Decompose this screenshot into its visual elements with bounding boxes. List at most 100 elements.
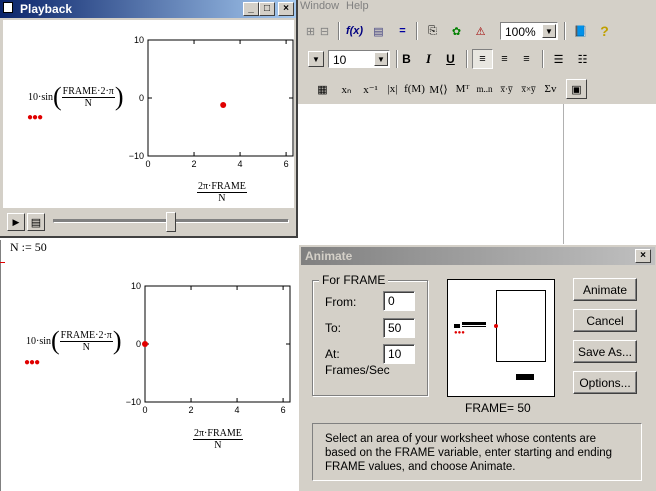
page-margin-line xyxy=(563,104,564,244)
plot-frame xyxy=(144,285,291,403)
ylabel-numerator: FRAME·2·π xyxy=(59,329,113,342)
preview-plot-frame xyxy=(496,290,546,362)
x-tick-label: 4 xyxy=(238,159,243,169)
numbered-list-icon[interactable]: ☷ xyxy=(572,49,593,69)
x-tick-label: 0 xyxy=(145,159,150,169)
playback-xlabel: 2π·FRAME N xyxy=(197,180,247,204)
animate-titlebar[interactable]: Animate × xyxy=(301,247,655,265)
data-point xyxy=(220,101,227,108)
resource-center-icon[interactable]: ⚠ xyxy=(470,21,491,41)
chevron-down-icon[interactable]: ▼ xyxy=(374,52,388,66)
maximize-button[interactable]: □ xyxy=(259,2,275,16)
bold-button[interactable]: B xyxy=(396,49,417,69)
insert-unit-icon[interactable]: ▤ xyxy=(368,21,389,41)
close-button[interactable]: × xyxy=(635,249,651,263)
align-vertical-icon[interactable]: ⊟ xyxy=(314,21,335,41)
font-select-arrow[interactable]: ▼ xyxy=(308,51,324,67)
animate-button[interactable]: Animate xyxy=(573,278,637,301)
playback-titlebar[interactable]: Playback _ □ × xyxy=(0,0,296,18)
playback-plot: 100−100 2 4 6 xyxy=(129,35,294,169)
determinant-button[interactable]: |x| xyxy=(382,79,403,99)
help-question-icon[interactable]: ? xyxy=(594,21,615,41)
run-script-icon[interactable]: ✿ xyxy=(446,21,467,41)
vectorize-button[interactable]: f(M) xyxy=(404,79,425,99)
playback-window: Playback _ □ × 10·sin ( FRAME·2·π N ) ●●●… xyxy=(0,0,298,238)
worksheet-ylabel: 10·sin ( FRAME·2·π N ) xyxy=(26,328,122,354)
worksheet-cursor-mark xyxy=(0,262,5,263)
zoom-value: 100% xyxy=(505,25,536,39)
matrix-icon[interactable]: ▦ xyxy=(312,79,333,99)
menu-help[interactable]: Help xyxy=(346,0,369,12)
legend-marker: ●●● xyxy=(27,112,43,123)
paren-open: ( xyxy=(53,82,62,111)
vector-sum-button[interactable]: Σv xyxy=(540,79,561,99)
paren-open: ( xyxy=(51,326,60,355)
column-button[interactable]: M⟨⟩ xyxy=(428,79,449,99)
xlabel-denominator: N xyxy=(218,193,226,204)
playback-controls: ▶ ▤ xyxy=(3,210,294,234)
legend-marker: ●●● xyxy=(24,357,40,368)
menu-window[interactable]: Window xyxy=(300,0,339,12)
worksheet-xlabel: 2π·FRAME N xyxy=(193,427,243,451)
picture-icon[interactable]: ▣ xyxy=(566,79,587,99)
xlabel-denominator: N xyxy=(214,440,222,451)
frame-readout: FRAME= 50 xyxy=(465,401,531,415)
bullet-list-icon[interactable]: ☰ xyxy=(548,49,569,69)
y-tick-label: −10 xyxy=(129,151,144,161)
from-label: From: xyxy=(325,295,357,309)
worksheet-plot[interactable]: 100−100 2 4 6 xyxy=(115,276,295,431)
x-tick-label: 2 xyxy=(192,159,197,169)
align-center-icon[interactable]: ≡ xyxy=(494,49,515,69)
font-size-select[interactable]: 10 ▼ xyxy=(328,50,390,68)
standard-toolbar: ⊞ ⊟ f(x) ▤ = ⎘ ✿ ⚠ 100% ▼ 📘 ? xyxy=(298,18,656,44)
save-as-button[interactable]: Save As... xyxy=(573,340,637,363)
calculate-icon[interactable]: = xyxy=(392,21,413,41)
ylabel-coefficient: 10·sin xyxy=(26,335,51,347)
at-input[interactable]: 10 xyxy=(383,344,415,364)
frames-per-sec-label: Frames/Sec xyxy=(325,363,390,377)
playback-ylabel: 10·sin ( FRAME·2·π N ) xyxy=(28,84,124,110)
playback-canvas: 10·sin ( FRAME·2·π N ) ●●● 10 0 −10 0 2 4 6 2π·… xyxy=(3,20,294,208)
app-toolbar-area: Window Help ⊞ ⊟ f(x) ▤ = ⎘ ✿ ⚠ 100% ▼ 📘 … xyxy=(298,0,656,104)
animate-title: Animate xyxy=(305,249,353,263)
for-frame-label: For FRAME xyxy=(319,273,389,287)
help-book-icon[interactable]: 📘 xyxy=(570,21,591,41)
dot-product-button[interactable]: x̅·y̅ xyxy=(496,79,517,99)
worksheet-left-rule xyxy=(0,240,1,491)
matrix-toolbar: ▦ xₙ x⁻¹ |x| f(M) M⟨⟩ Mᵀ m..n x̅·y̅ x̅×y… xyxy=(298,76,656,102)
transpose-button[interactable]: Mᵀ xyxy=(452,79,473,99)
minimize-button[interactable]: _ xyxy=(243,2,259,16)
y-tick-label: 10 xyxy=(134,35,144,45)
chevron-down-icon[interactable]: ▼ xyxy=(542,24,556,38)
ylabel-fraction: FRAME·2·π N xyxy=(61,86,115,109)
from-input[interactable]: 0 xyxy=(383,291,415,311)
definition-n[interactable]: N := 50 xyxy=(10,240,47,255)
inverse-button[interactable]: x⁻¹ xyxy=(360,79,381,99)
underline-button[interactable]: U xyxy=(440,49,461,69)
to-input[interactable]: 50 xyxy=(383,318,415,338)
playback-slider-thumb[interactable] xyxy=(166,212,176,232)
help-text: Select an area of your worksheet whose c… xyxy=(325,433,613,473)
close-button[interactable]: × xyxy=(278,2,294,16)
formatting-toolbar: ▼ 10 ▼ B I U ≡ ≡ ≡ ☰ ☷ xyxy=(298,46,656,72)
subscript-button[interactable]: xₙ xyxy=(336,79,357,99)
preview-ylabel xyxy=(454,322,490,330)
x-tick-label: 0 xyxy=(142,405,147,415)
cancel-button[interactable]: Cancel xyxy=(573,309,637,332)
y-tick-label: 10 xyxy=(131,281,141,291)
x-tick-label: 6 xyxy=(284,159,289,169)
insert-component-icon[interactable]: ⎘ xyxy=(422,21,443,41)
cross-product-button[interactable]: x̅×y̅ xyxy=(518,79,539,99)
insert-function-icon[interactable]: f(x) xyxy=(344,21,365,41)
y-tick-label: −10 xyxy=(126,397,141,407)
zoom-select[interactable]: 100% ▼ xyxy=(500,22,558,40)
range-button[interactable]: m..n xyxy=(474,79,495,99)
speed-icon[interactable]: ▤ xyxy=(27,213,45,231)
italic-button[interactable]: I xyxy=(418,49,439,69)
font-size-value: 10 xyxy=(333,53,347,67)
options-button[interactable]: Options... xyxy=(573,371,637,394)
align-right-icon[interactable]: ≡ xyxy=(516,49,537,69)
animation-preview: ●●● xyxy=(447,279,555,397)
play-button[interactable]: ▶ xyxy=(7,213,25,231)
align-left-icon[interactable]: ≡ xyxy=(472,49,493,69)
